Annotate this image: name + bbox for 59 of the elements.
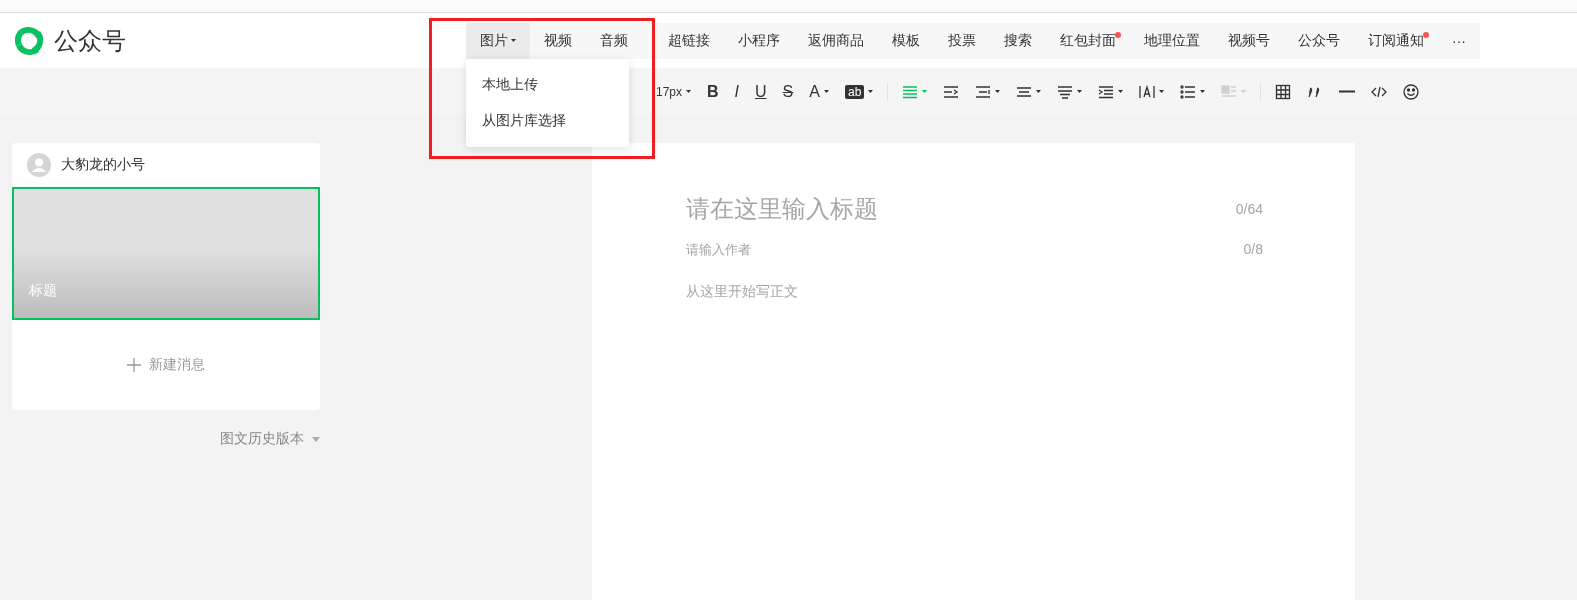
paragraph-indent-icon bbox=[1098, 83, 1115, 100]
caret-icon bbox=[312, 436, 320, 442]
title-counter: 0/64 bbox=[1235, 201, 1263, 217]
caret-icon bbox=[868, 90, 874, 93]
caret-icon bbox=[1118, 90, 1124, 93]
insert-menu-item[interactable]: 图片 bbox=[466, 22, 530, 59]
strikethrough-button[interactable]: S bbox=[780, 80, 796, 103]
plus-icon bbox=[127, 358, 141, 372]
table-icon bbox=[1275, 83, 1292, 100]
more-button[interactable]: ··· bbox=[1438, 22, 1480, 59]
float-icon bbox=[1221, 83, 1238, 100]
avatar-icon bbox=[27, 153, 51, 177]
insert-menu-item[interactable]: 地理位置 bbox=[1130, 22, 1214, 59]
font-size-select[interactable]: 17px bbox=[654, 82, 694, 101]
title-input[interactable]: 请在这里输入标题 bbox=[686, 193, 1126, 225]
caret-icon bbox=[511, 39, 516, 42]
letter-spacing-icon bbox=[1139, 83, 1156, 100]
account-name: 大豹龙的小号 bbox=[61, 156, 145, 174]
body-input[interactable]: 从这里开始写正文 bbox=[686, 281, 1126, 301]
bold-button[interactable]: B bbox=[705, 80, 721, 103]
caret-icon bbox=[1077, 90, 1083, 93]
insert-menu-item[interactable]: 投票 bbox=[934, 22, 990, 59]
insert-menu-item[interactable]: 超链接 bbox=[654, 22, 724, 59]
dropdown-item[interactable]: 从图片库选择 bbox=[466, 102, 629, 139]
justify-icon bbox=[902, 83, 919, 100]
italic-button[interactable]: I bbox=[732, 80, 742, 103]
caret-icon bbox=[995, 90, 1001, 93]
indent-icon bbox=[943, 83, 960, 100]
spacing-icon bbox=[1057, 83, 1074, 100]
underline-button[interactable]: U bbox=[753, 80, 769, 103]
insert-menu-item[interactable]: 模板 bbox=[878, 22, 934, 59]
horizontal-rule-icon bbox=[1339, 90, 1356, 93]
insert-menu-item[interactable]: 视频 bbox=[530, 22, 586, 59]
emoji-icon bbox=[1403, 83, 1420, 100]
dropdown-item[interactable]: 本地上传 bbox=[466, 66, 629, 103]
caret-icon bbox=[922, 90, 928, 93]
insert-menu-item[interactable]: 订阅通知 bbox=[1354, 22, 1438, 59]
list-icon bbox=[1180, 83, 1197, 100]
author-input[interactable]: 请输入作者 bbox=[686, 239, 1126, 259]
insert-menu-item[interactable]: 小程序 bbox=[724, 22, 794, 59]
caret-icon bbox=[1159, 90, 1165, 93]
caret-icon bbox=[1036, 90, 1042, 93]
horizontal-rule-button[interactable] bbox=[1337, 88, 1358, 95]
caret-icon bbox=[823, 90, 829, 93]
insert-menu-item[interactable]: 红包封面 bbox=[1046, 22, 1130, 59]
caret-icon bbox=[1241, 90, 1247, 93]
emoji-button[interactable] bbox=[1401, 81, 1422, 102]
align-center-icon bbox=[975, 83, 992, 100]
highlight-button[interactable]: ab bbox=[842, 82, 876, 101]
insert-menu-item[interactable]: 返佣商品 bbox=[794, 22, 878, 59]
insert-menu-item[interactable]: 视频号 bbox=[1214, 22, 1284, 59]
insert-menu-item[interactable]: 音频 bbox=[586, 22, 642, 59]
caret-icon bbox=[1200, 90, 1206, 93]
font-color-button[interactable]: A bbox=[807, 80, 831, 103]
author-counter: 0/8 bbox=[1243, 241, 1263, 257]
insert-menu-item[interactable]: 搜索 bbox=[990, 22, 1046, 59]
insert-menu-item[interactable]: 公众号 bbox=[1284, 22, 1354, 59]
logo-text: 公众号 bbox=[54, 25, 126, 56]
caret-icon bbox=[686, 90, 692, 93]
